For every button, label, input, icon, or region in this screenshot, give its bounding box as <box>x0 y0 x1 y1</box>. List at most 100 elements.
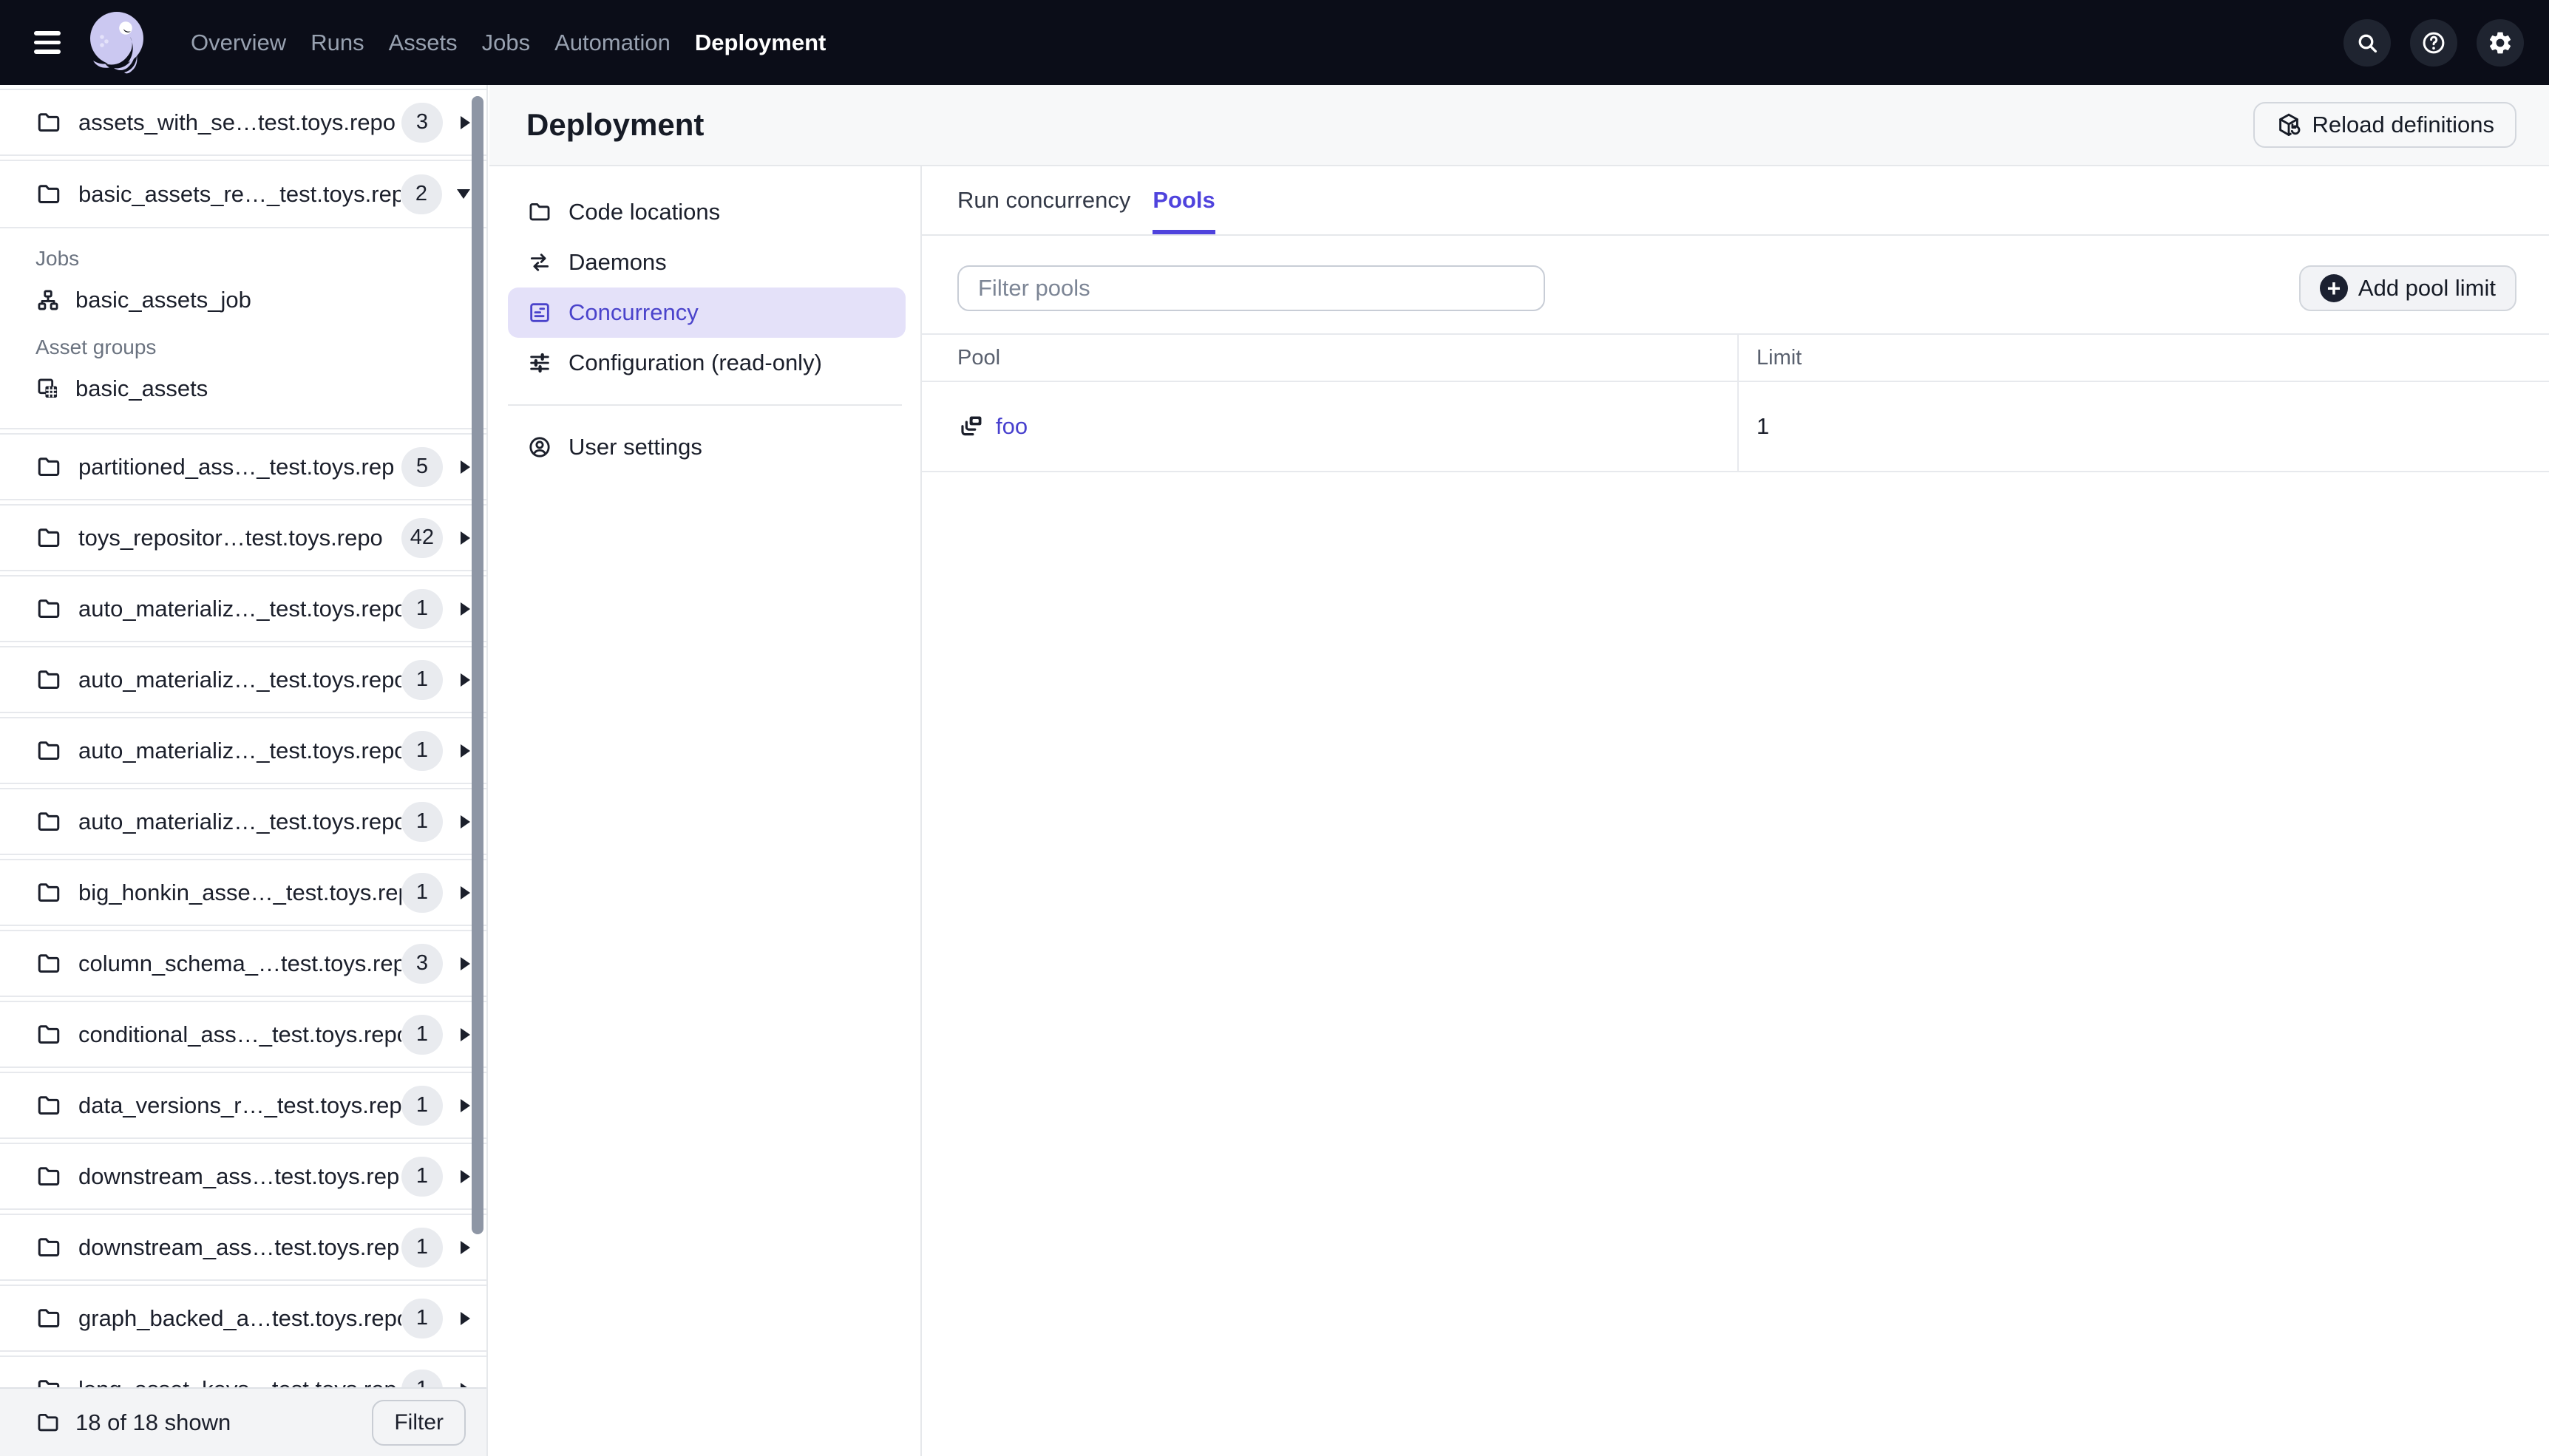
folder-icon <box>38 953 60 973</box>
nav-item-concurrency[interactable]: Concurrency <box>508 288 906 338</box>
topnav-assets[interactable]: Assets <box>389 30 458 56</box>
reload-cube-icon <box>2278 113 2300 136</box>
repo-count-badge: 1 <box>401 1156 443 1197</box>
chevron-right-icon[interactable] <box>461 956 470 970</box>
topnav-runs[interactable]: Runs <box>310 30 364 56</box>
reload-definitions-label: Reload definitions <box>2312 112 2494 137</box>
reload-definitions-button[interactable]: Reload definitions <box>2253 102 2516 148</box>
topnav-overview[interactable]: Overview <box>191 30 286 56</box>
repo-row[interactable]: column_schema_…test.toys.rep 3 <box>0 930 486 997</box>
nav-item-user-settings[interactable]: User settings <box>508 422 906 472</box>
repo-count-badge: 5 <box>401 446 443 487</box>
asset-group-item[interactable]: basic_assets <box>35 366 470 412</box>
chevron-right-icon[interactable] <box>461 1240 470 1254</box>
folder-icon <box>38 457 60 476</box>
pools-toolbar: + Add pool limit <box>957 265 2516 311</box>
chevron-right-icon[interactable] <box>461 1027 470 1041</box>
topnav-automation[interactable]: Automation <box>554 30 671 56</box>
nav-item-daemons[interactable]: Daemons <box>508 237 906 288</box>
topnav-jobs[interactable]: Jobs <box>482 30 530 56</box>
folder-icon <box>38 670 60 689</box>
add-pool-limit-button[interactable]: + Add pool limit <box>2298 265 2516 311</box>
menu-icon[interactable] <box>30 27 65 58</box>
deployment-nav: Code locations Daemons Concurrency Confi… <box>489 166 920 1456</box>
chevron-down-icon[interactable] <box>457 189 470 199</box>
repo-row[interactable]: partitioned_ass…_test.toys.rep 5 <box>0 433 486 500</box>
tab-run-concurrency[interactable]: Run concurrency <box>957 166 1130 234</box>
pool-cell: foo <box>922 382 1739 471</box>
tab-pools[interactable]: Pools <box>1153 166 1215 234</box>
repo-row[interactable]: auto_materializ…_test.toys.repo 1 <box>0 575 486 642</box>
folder-icon <box>38 741 60 760</box>
repo-name: column_schema_…test.toys.rep <box>78 950 401 976</box>
repo-count-badge: 1 <box>401 1298 443 1338</box>
swap-arrows-icon <box>530 254 549 271</box>
repo-row[interactable]: auto_materializ…_test.toys.repo 1 <box>0 717 486 784</box>
repo-count-badge: 1 <box>401 1085 443 1126</box>
chevron-right-icon[interactable] <box>461 1169 470 1183</box>
dagster-logo[interactable] <box>84 6 149 80</box>
chevron-right-icon[interactable] <box>461 885 470 899</box>
sidebar-scrollbar[interactable] <box>472 96 483 1234</box>
repo-count-status: 18 of 18 shown <box>75 1409 231 1435</box>
repo-row[interactable]: conditional_ass…_test.toys.repo 1 <box>0 1001 486 1068</box>
pool-link[interactable]: foo <box>996 413 1028 440</box>
folder-icon <box>38 1308 60 1327</box>
repo-row[interactable]: downstream_ass…test.toys.rep 1 <box>0 1214 486 1281</box>
nav-item-configuration[interactable]: Configuration (read-only) <box>508 338 906 388</box>
repo-name: graph_backed_a…test.toys.repo <box>78 1304 401 1331</box>
repo-row[interactable]: auto_materializ…_test.toys.repo 1 <box>0 788 486 855</box>
job-item[interactable]: basic_assets_job <box>35 277 470 323</box>
help-icon[interactable] <box>2410 18 2457 67</box>
chevron-right-icon[interactable] <box>461 602 470 616</box>
chevron-right-icon[interactable] <box>461 460 470 474</box>
chevron-right-icon[interactable] <box>461 115 470 129</box>
repo-row[interactable]: basic_assets_re…_test.toys.rep 2 <box>0 161 486 228</box>
chevron-right-icon[interactable] <box>461 673 470 687</box>
top-bar: Overview Runs Assets Jobs Automation Dep… <box>0 0 2549 85</box>
repo-rows: partitioned_ass…_test.toys.rep 5 toys_re… <box>0 433 486 1423</box>
topnav-deployment[interactable]: Deployment <box>695 30 826 56</box>
gear-icon[interactable] <box>2477 18 2524 67</box>
repo-count-badge: 1 <box>401 801 443 842</box>
nav-item-code-locations[interactable]: Code locations <box>508 187 906 237</box>
chevron-right-icon[interactable] <box>461 744 470 758</box>
repo-name: downstream_ass…test.toys.rep <box>78 1163 400 1189</box>
top-nav: Overview Runs Assets Jobs Automation Dep… <box>191 30 826 56</box>
filter-button[interactable]: Filter <box>372 1399 466 1446</box>
repo-row[interactable]: toys_repositor…test.toys.repo 42 <box>0 504 486 571</box>
tabs: Run concurrency Pools <box>922 166 2549 236</box>
chevron-right-icon[interactable] <box>461 531 470 545</box>
repo-name: auto_materializ…_test.toys.repo <box>78 808 401 834</box>
chevron-right-icon[interactable] <box>461 814 470 829</box>
table-header: Pool Limit <box>922 335 2549 382</box>
repo-row[interactable]: big_honkin_asse…_test.toys.rep 1 <box>0 859 486 926</box>
repo-count-badge: 2 <box>401 174 442 214</box>
repo-row[interactable]: auto_materializ…_test.toys.repo 1 <box>0 646 486 713</box>
page-title: Deployment <box>526 107 705 142</box>
repo-count-badge: 3 <box>401 102 443 143</box>
user-icon <box>529 437 550 457</box>
repo-name: basic_assets_re…_test.toys.rep <box>78 180 401 207</box>
nav-item-label: Daemons <box>568 249 667 275</box>
folder-icon <box>38 1237 60 1256</box>
asset-groups-section-label: Asset groups <box>35 336 157 358</box>
repo-row[interactable]: data_versions_r…_test.toys.rep 1 <box>0 1072 486 1139</box>
chevron-right-icon[interactable] <box>461 1311 470 1325</box>
search-icon[interactable] <box>2343 18 2391 67</box>
repo-count-badge: 1 <box>401 588 443 629</box>
repo-count-badge: 42 <box>401 517 443 558</box>
folder-icon <box>529 203 550 221</box>
repo-name: auto_materializ…_test.toys.repo <box>78 595 401 622</box>
asset-group-icon <box>38 378 58 398</box>
deployment-content: Code locations Daemons Concurrency Confi… <box>489 166 2549 1456</box>
filter-pools-input[interactable] <box>957 265 1545 311</box>
chevron-right-icon[interactable] <box>461 1098 470 1112</box>
sliders-icon <box>530 353 549 373</box>
repo-name: conditional_ass…_test.toys.repo <box>78 1021 401 1047</box>
repo-row[interactable]: graph_backed_a…test.toys.repo 1 <box>0 1285 486 1352</box>
repo-name: big_honkin_asse…_test.toys.rep <box>78 879 401 905</box>
repo-row[interactable]: assets_with_se…test.toys.repo 3 <box>0 89 486 156</box>
repo-count-badge: 1 <box>401 1227 443 1268</box>
repo-row[interactable]: downstream_ass…test.toys.rep 1 <box>0 1143 486 1210</box>
